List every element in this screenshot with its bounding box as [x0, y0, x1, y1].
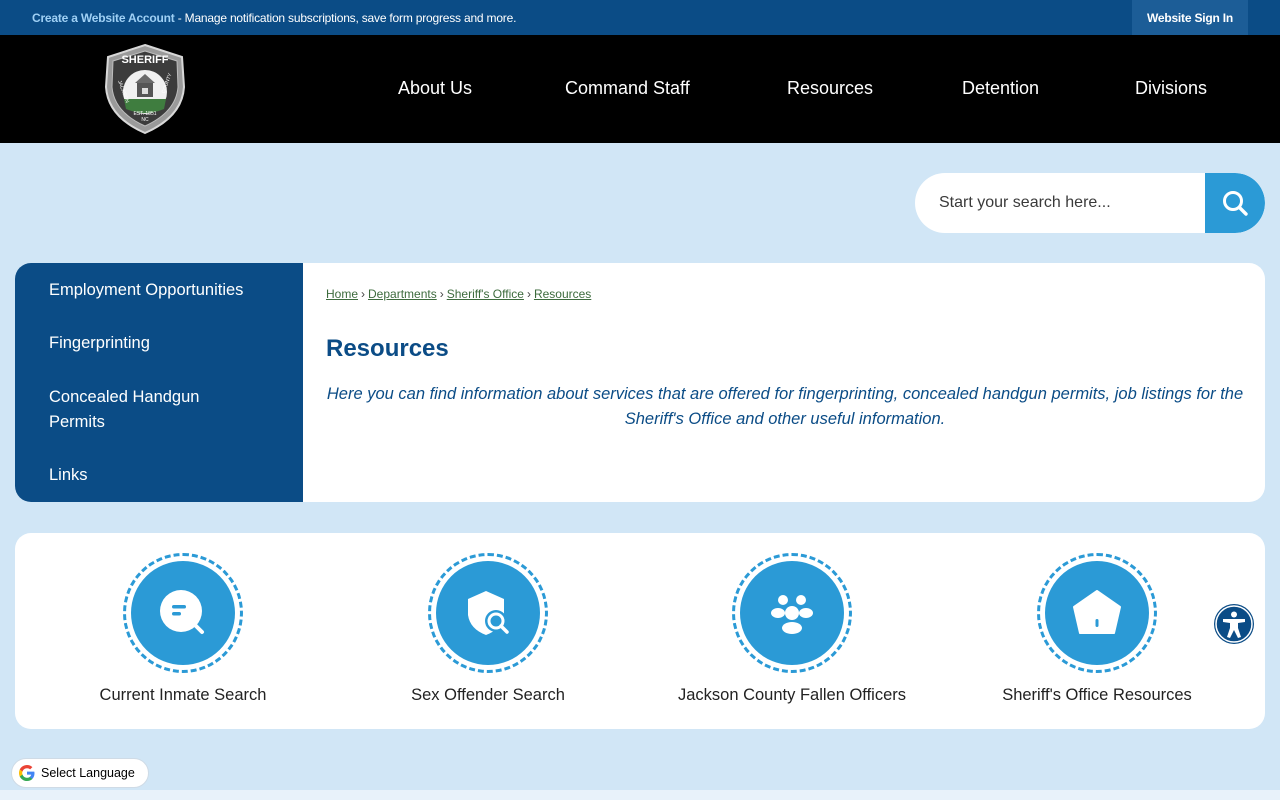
- language-label: Select Language: [41, 766, 135, 780]
- google-icon: [19, 765, 35, 781]
- nav-detention[interactable]: Detention: [962, 78, 1039, 99]
- sheriff-badge-logo[interactable]: SHERIFF EST. 1851 NC JACKSON COUNTY: [104, 43, 186, 135]
- sidebar-item-fingerprinting[interactable]: Fingerprinting: [49, 331, 150, 356]
- group-icon: [771, 595, 813, 634]
- quick-link-label: Sheriff's Office Resources: [1002, 686, 1192, 704]
- site-header: SHERIFF EST. 1851 NC JACKSON COUNTY Abou…: [0, 35, 1280, 143]
- site-search: [915, 173, 1265, 233]
- home-icon: [1073, 590, 1121, 634]
- nav-command-staff[interactable]: Command Staff: [565, 78, 690, 99]
- nav-divisions[interactable]: Divisions: [1135, 78, 1207, 99]
- page-intro: Here you can find information about serv…: [326, 385, 1244, 428]
- sidebar-item-links[interactable]: Links: [49, 463, 88, 488]
- accessibility-button[interactable]: [1214, 604, 1254, 644]
- quick-link-ring: [428, 553, 548, 673]
- quick-link-office-resources[interactable]: Sheriff's Office Resources: [967, 553, 1227, 705]
- quick-link-circle: [1045, 561, 1149, 665]
- footer-strip: [0, 790, 1280, 800]
- logo-text-sheriff: SHERIFF: [121, 54, 168, 66]
- quick-link-ring: [732, 553, 852, 673]
- sidebar-item-employment[interactable]: Employment Opportunities: [49, 278, 243, 303]
- search-input[interactable]: [915, 173, 1205, 233]
- main-content: Home › Departments › Sheriff's Office › Resour…: [326, 263, 1265, 502]
- quick-link-circle: [436, 561, 540, 665]
- breadcrumb-sheriffs-office[interactable]: Sheriff's Office: [447, 287, 524, 301]
- nav-resources[interactable]: Resources: [787, 78, 873, 99]
- breadcrumb-resources[interactable]: Resources: [534, 287, 591, 301]
- quick-link-label: Jackson County Fallen Officers: [677, 686, 907, 704]
- accessibility-icon: [1215, 605, 1253, 643]
- quick-link-ring: [123, 553, 243, 673]
- quick-link-ring: [1037, 553, 1157, 673]
- sidebar-item-concealed-handgun[interactable]: Concealed Handgun Permits: [49, 385, 239, 435]
- quick-link-inmate-search[interactable]: Current Inmate Search: [53, 553, 313, 705]
- quick-link-circle: [131, 561, 235, 665]
- search-button[interactable]: [1205, 173, 1265, 233]
- account-notice: Create a Website Account - Manage notifi…: [32, 11, 516, 25]
- quick-link-fallen-officers[interactable]: Jackson County Fallen Officers: [662, 553, 922, 705]
- quick-link-circle: [740, 561, 844, 665]
- quick-link-label: Sex Offender Search: [411, 686, 565, 704]
- breadcrumb-home[interactable]: Home: [326, 287, 358, 301]
- account-notice-text: - Manage notification subscriptions, sav…: [174, 11, 517, 25]
- breadcrumb-departments[interactable]: Departments: [368, 287, 437, 301]
- logo-text-nc: NC: [141, 117, 149, 123]
- quick-links: Current Inmate Search Sex Offender Searc…: [15, 533, 1265, 729]
- nav-about-us[interactable]: About Us: [398, 78, 472, 99]
- language-selector[interactable]: Select Language: [11, 758, 149, 788]
- page-title: Resources: [326, 335, 449, 362]
- top-notification-bar: Create a Website Account - Manage notifi…: [0, 0, 1280, 35]
- side-nav: Employment Opportunities Fingerprinting …: [15, 263, 303, 502]
- content-panel: Employment Opportunities Fingerprinting …: [15, 263, 1265, 502]
- shield-search-icon: [468, 591, 509, 635]
- sign-in-button[interactable]: Website Sign In: [1132, 0, 1248, 35]
- quick-link-sex-offender-search[interactable]: Sex Offender Search: [358, 553, 618, 705]
- quick-link-label: Current Inmate Search: [99, 686, 267, 704]
- breadcrumb: Home › Departments › Sheriff's Office › Resour…: [326, 287, 592, 301]
- search-icon: [1223, 191, 1248, 216]
- search-doc-icon: [160, 590, 204, 634]
- create-account-link[interactable]: Create a Website Account: [32, 11, 175, 25]
